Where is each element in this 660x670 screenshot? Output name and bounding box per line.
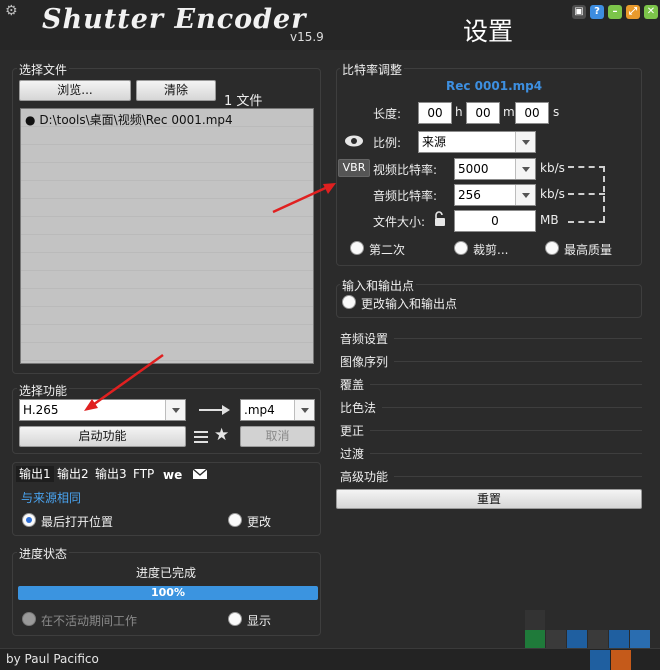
- decor-tile: [525, 610, 545, 630]
- decor-tile: [590, 650, 610, 670]
- decor-tile: [630, 630, 650, 650]
- author-label: by Paul Pacifico: [6, 652, 99, 666]
- decor-tile: [611, 650, 631, 670]
- annotation-arrowhead: [84, 399, 98, 411]
- decor-tile: [546, 630, 566, 650]
- status-bar: [0, 648, 660, 670]
- decor-tile: [525, 630, 545, 650]
- decor-tile: [567, 630, 587, 650]
- decor-tile: [609, 630, 629, 650]
- annotation-arrow: [272, 183, 333, 214]
- annotation-arrow: [89, 353, 164, 409]
- decor-tile: [588, 630, 608, 650]
- annotation-arrows: [84, 183, 336, 411]
